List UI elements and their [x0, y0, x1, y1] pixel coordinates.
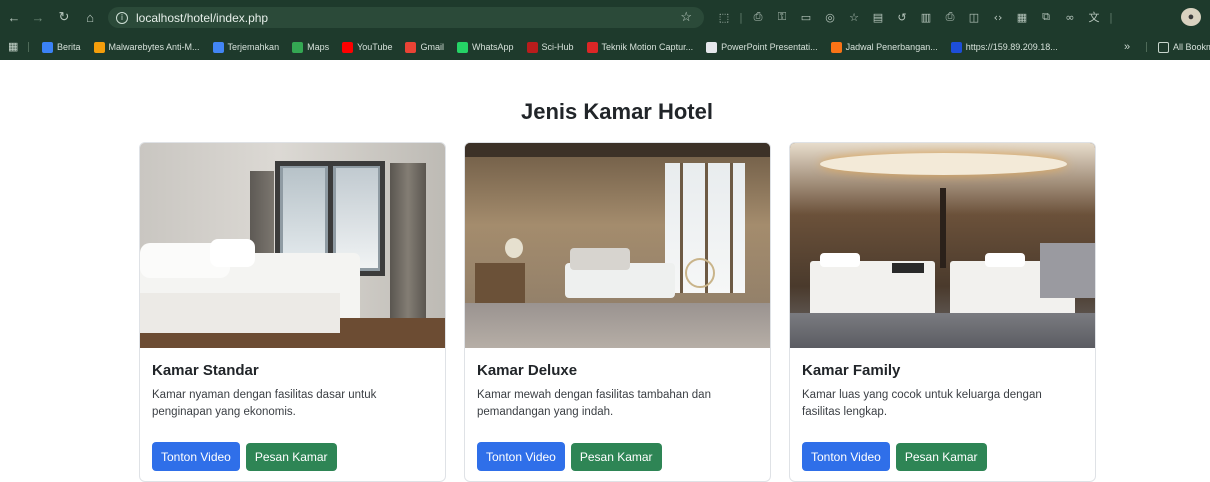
globe-icon — [706, 41, 718, 53]
book-room-button[interactable]: Pesan Kamar — [570, 443, 662, 471]
bookmark-item[interactable]: Berita — [42, 34, 81, 60]
bookmark-label: PowerPoint Presentati... — [721, 42, 818, 52]
bookmark-item[interactable]: Teknik Motion Captur... — [586, 34, 694, 60]
bookmark-label: Gmail — [420, 42, 444, 52]
room-description: Kamar nyaman dengan fasilitas dasar untu… — [152, 389, 377, 418]
reload-icon[interactable]: ↻ — [54, 7, 74, 27]
site-icon — [950, 41, 962, 53]
bookmarks-divider — [1146, 42, 1147, 52]
favorites-icon[interactable]: ☆ — [843, 8, 865, 26]
all-bookmarks-label: All Bookm — [1173, 42, 1210, 52]
bookmark-label: Malwarebytes Anti-M... — [108, 42, 200, 52]
printer-icon[interactable]: ⎙ — [939, 8, 961, 26]
toolbar-divider: | — [739, 10, 743, 24]
bookmark-label: Maps — [307, 42, 330, 52]
history-icon[interactable]: ↺ — [891, 8, 913, 26]
bookmark-label: WhatsApp — [471, 42, 514, 52]
whatsapp-icon — [456, 41, 468, 53]
room-cards: Kamar Standar Kamar nyaman dengan fasili… — [139, 142, 1096, 482]
bookmark-item[interactable]: Malwarebytes Anti-M... — [93, 34, 200, 60]
bookmark-label: Jadwal Penerbangan... — [845, 42, 938, 52]
folder-icon — [1158, 41, 1169, 53]
bookmark-item[interactable]: Sci-Hub — [526, 34, 574, 60]
bookmark-item[interactable]: PowerPoint Presentati... — [706, 34, 818, 60]
youtube-icon — [342, 41, 354, 53]
room-photo-family — [790, 143, 1095, 348]
apps-grid-icon[interactable]: ▦ — [8, 41, 20, 53]
room-description: Kamar mewah dengan fasilitas tambahan da… — [477, 389, 711, 418]
bookmark-label: YouTube — [357, 42, 393, 52]
bookmark-item[interactable]: WhatsApp — [456, 34, 514, 60]
address-bar[interactable]: i localhost/hotel/index.php ☆ — [108, 7, 704, 28]
url-text: localhost/hotel/index.php — [136, 10, 269, 25]
bookmark-item[interactable]: Gmail — [405, 34, 444, 60]
link-icon[interactable]: ∞ — [1059, 8, 1081, 26]
bookmarks-divider — [28, 42, 29, 52]
news-icon — [42, 41, 53, 53]
bookmark-item[interactable]: Maps — [292, 34, 329, 60]
maps-icon — [292, 41, 304, 53]
room-description: Kamar luas yang cocok untuk keluarga den… — [802, 389, 1042, 418]
bookmark-star-icon[interactable]: ☆ — [680, 9, 692, 25]
scihub-icon — [526, 41, 538, 53]
page-title: Jenis Kamar Hotel — [521, 99, 713, 124]
profile-avatar[interactable]: ● — [1181, 8, 1201, 26]
bookmark-item[interactable]: YouTube — [342, 34, 392, 60]
bookmark-list: Berita Malwarebytes Anti-M... Terjemahkan M… — [42, 34, 1058, 60]
sidebar-icon[interactable]: ◫ — [963, 8, 985, 26]
page-icon — [586, 41, 598, 53]
watch-video-button[interactable]: Tonton Video — [477, 442, 565, 471]
book-room-button[interactable]: Pesan Kamar — [245, 443, 337, 471]
bookmark-item[interactable]: Jadwal Penerbangan... — [830, 34, 938, 60]
more-bookmarks-button[interactable]: » — [1124, 34, 1130, 60]
room-card-deluxe: Kamar Deluxe Kamar mewah dengan fasilita… — [464, 142, 771, 482]
bookmarks-bar: ▦ Berita Malwarebytes Anti-M... Terjemahka… — [0, 34, 1210, 60]
bookmark-label: Teknik Motion Captur... — [601, 42, 694, 52]
translate-icon[interactable]: 文 — [1083, 8, 1105, 26]
translate-icon — [212, 41, 224, 53]
toolbar-divider: | — [1109, 10, 1113, 24]
flight-icon — [830, 41, 842, 53]
back-icon[interactable]: ← — [4, 7, 24, 27]
delete-icon[interactable]: ▥ — [915, 8, 937, 26]
room-title: Kamar Family — [802, 362, 901, 379]
bookmark-item[interactable]: Terjemahkan — [212, 34, 280, 60]
bookmark-label: https://159.89.209.18... — [965, 42, 1058, 52]
room-photo-deluxe — [465, 143, 770, 348]
browser-toolbar: ← → ↻ ⌂ i localhost/hotel/index.php ☆ ⬚ … — [0, 0, 1210, 34]
bookmark-label: Terjemahkan — [227, 42, 280, 52]
room-title: Kamar Deluxe — [477, 362, 578, 379]
gmail-icon — [405, 41, 417, 53]
bookmark-item[interactable]: https://159.89.209.18... — [950, 34, 1058, 60]
forward-icon[interactable]: → — [28, 7, 48, 27]
bookmark-label: Sci-Hub — [541, 42, 574, 52]
all-bookmarks-button[interactable]: All Bookm — [1158, 34, 1210, 60]
malwarebytes-icon — [93, 41, 105, 53]
screenshot-icon[interactable]: ⧉ — [1035, 8, 1057, 26]
bookmark-label: Berita — [57, 42, 81, 52]
window-icon[interactable]: ▦ — [1011, 8, 1033, 26]
room-photo-standard — [140, 143, 445, 348]
room-title: Kamar Standar — [152, 362, 259, 379]
extension-puzzle-icon[interactable]: ⬚ — [713, 8, 735, 26]
room-card-family: Kamar Family Kamar luas yang cocok untuk… — [789, 142, 1096, 482]
reader-icon[interactable]: ▤ — [867, 8, 889, 26]
home-icon[interactable]: ⌂ — [80, 7, 100, 27]
print-icon[interactable]: ⎙ — [747, 8, 769, 26]
card-icon[interactable]: ▭ — [795, 8, 817, 26]
extension-icons: ⬚ | ⎙ ⚿ ▭ ◎ ☆ ▤ ↺ ▥ ⎙ ◫ ‹› ▦ ⧉ ∞ 文 | — [713, 8, 1117, 26]
watch-video-button[interactable]: Tonton Video — [152, 442, 240, 471]
room-card-standard: Kamar Standar Kamar nyaman dengan fasili… — [139, 142, 446, 482]
code-icon[interactable]: ‹› — [987, 8, 1009, 26]
site-info-icon[interactable]: i — [116, 11, 128, 24]
watch-video-button[interactable]: Tonton Video — [802, 442, 890, 471]
book-room-button[interactable]: Pesan Kamar — [895, 443, 987, 471]
location-icon[interactable]: ◎ — [819, 8, 841, 26]
key-icon[interactable]: ⚿ — [771, 8, 793, 26]
